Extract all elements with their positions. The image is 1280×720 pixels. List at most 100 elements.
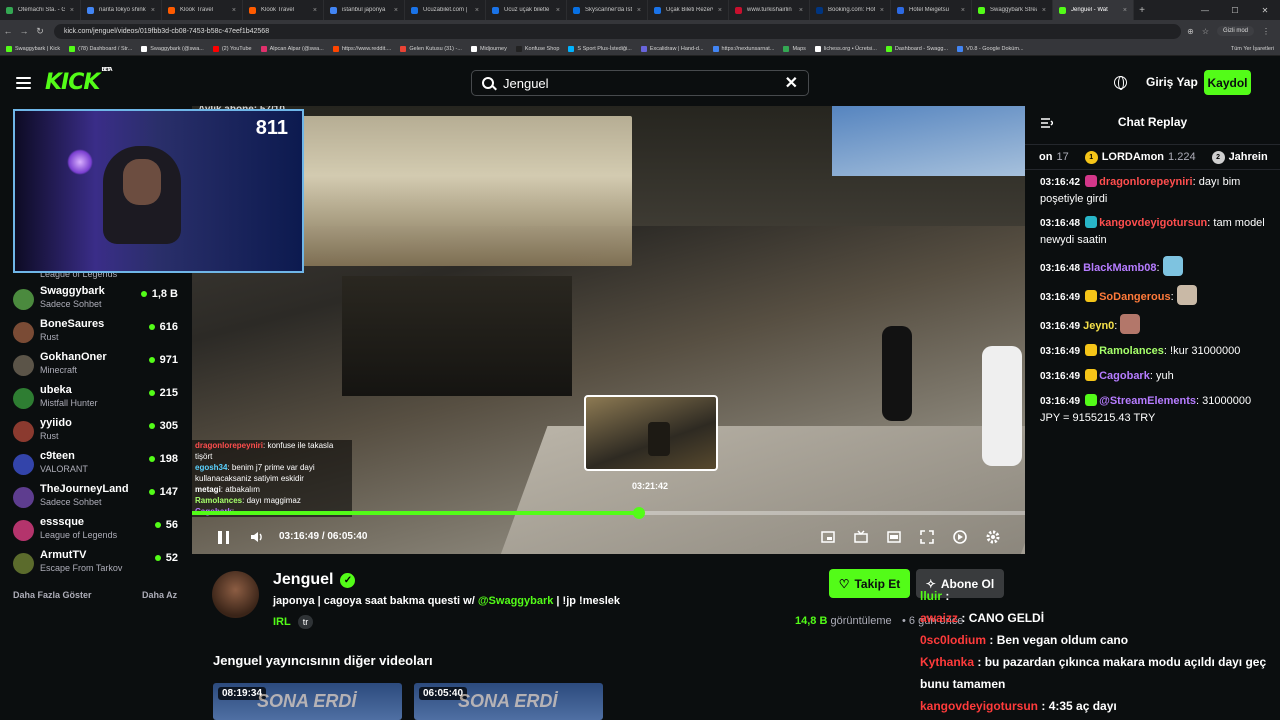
browser-tab[interactable]: Jenguel - Wat × — [1053, 0, 1134, 20]
bookmark-item[interactable]: S Sport Plus-İstediği... — [568, 45, 632, 52]
tab-close-icon[interactable]: × — [1123, 7, 1127, 14]
browser-tab[interactable]: www.turkishairlin × — [729, 0, 810, 20]
category-link[interactable]: IRL — [273, 616, 291, 628]
leaderboard-entry[interactable]: on 17 — [1039, 151, 1069, 163]
browser-tab[interactable]: Ucuzabilet.com | × — [405, 0, 486, 20]
bookmark-item[interactable]: https://www.reddit.... — [332, 45, 391, 52]
clear-search-icon[interactable]: ✕ — [785, 73, 798, 93]
bookmark-item[interactable]: Alpcan Alpar (@swa... — [260, 45, 324, 52]
browser-tab[interactable]: Swaggybark Strea × — [972, 0, 1053, 20]
chat-username[interactable]: dragonlorepeyniri — [1099, 176, 1193, 188]
browser-tab[interactable]: Otemachi Sta. - Go × — [0, 0, 81, 20]
miniplayer-icon[interactable] — [820, 529, 836, 545]
tab-close-icon[interactable]: × — [961, 7, 965, 14]
back-icon[interactable]: ← — [0, 26, 16, 36]
language-tag[interactable]: tr — [297, 615, 314, 629]
leaderboard-entry[interactable]: 1 LORDAmon 1.224 — [1084, 150, 1196, 164]
channel-name[interactable]: Jenguel — [273, 571, 333, 589]
tab-close-icon[interactable]: × — [637, 7, 641, 14]
sidebar-channel-c9teen[interactable]: c9teen VALORANT 198 — [0, 449, 192, 482]
browser-tab[interactable]: Klook Travel × — [162, 0, 243, 20]
close-window-icon[interactable]: ✕ — [1250, 6, 1280, 15]
browser-tab[interactable]: Hotel Meigetsu × — [891, 0, 972, 20]
theater-mode-icon[interactable] — [886, 529, 902, 545]
language-globe-icon[interactable] — [1114, 76, 1127, 90]
bookmark-star-icon[interactable]: ☆ — [1202, 27, 1209, 36]
mention-link[interactable]: @Swaggybark — [478, 595, 554, 607]
sidebar-channel-thejourneyland[interactable]: TheJourneyLand Sadece Sohbet 147 — [0, 482, 192, 515]
chat-username[interactable]: SoDangerous — [1099, 291, 1171, 303]
theater-cast-icon[interactable] — [853, 529, 869, 545]
seek-bar[interactable] — [192, 507, 1025, 519]
tab-close-icon[interactable]: × — [313, 7, 317, 14]
tab-close-icon[interactable]: × — [475, 7, 479, 14]
chat-username[interactable]: BlackMamb08 — [1083, 262, 1156, 274]
leaderboard-entry[interactable]: 2 Jahrein — [1211, 150, 1272, 164]
playback-speed-icon[interactable] — [952, 529, 968, 545]
bookmark-item[interactable]: https://nextunsarnat... — [712, 45, 774, 52]
search-input[interactable]: Jenguel ✕ — [471, 70, 809, 96]
follow-button[interactable]: ♡ Takip Et — [829, 569, 910, 598]
sidebar-channel-gokhanoner[interactable]: GokhanOner Minecraft 971 — [0, 350, 192, 383]
browser-tab[interactable]: Skyscanner'da İsta × — [567, 0, 648, 20]
sidebar-channel-ubeka[interactable]: ubeka Mistfall Hunter 215 — [0, 383, 192, 416]
browser-tab[interactable]: Uçak Bileti Rezerv × — [648, 0, 729, 20]
tab-close-icon[interactable]: × — [556, 7, 560, 14]
chat-username[interactable]: Ramolances — [1099, 345, 1164, 357]
bookmark-item[interactable]: Midjourney — [470, 45, 507, 52]
zoom-icon[interactable]: ⊕ — [1187, 27, 1194, 36]
show-less-button[interactable]: Daha Az — [142, 590, 177, 600]
browser-tab[interactable]: Ucuz uçak biletle × — [486, 0, 567, 20]
tab-close-icon[interactable]: × — [151, 7, 155, 14]
pause-button[interactable] — [218, 531, 229, 544]
new-tab-icon[interactable]: + — [1134, 5, 1150, 16]
browser-tab[interactable]: istanbul japonya × — [324, 0, 405, 20]
bookmark-item[interactable]: Gelen Kutusu (31) -... — [400, 45, 462, 52]
bookmark-item[interactable]: Swaggybark | Kick — [6, 45, 60, 52]
sidebar-channel-armuttv[interactable]: ArmutTV Escape From Tarkov 52 — [0, 548, 192, 581]
kick-logo[interactable]: KICKBETA — [45, 67, 113, 95]
tab-close-icon[interactable]: × — [70, 7, 74, 14]
hamburger-menu-icon[interactable] — [16, 77, 31, 89]
volume-icon[interactable] — [250, 530, 264, 544]
settings-gear-icon[interactable] — [985, 529, 1001, 545]
bookmark-item[interactable]: Maps — [783, 45, 806, 52]
chat-username[interactable]: kangovdeyigotursun — [1099, 217, 1207, 229]
channel-avatar[interactable] — [212, 571, 259, 618]
bookmark-item[interactable]: lichess.org • Ücretsi... — [814, 45, 877, 52]
bookmark-item[interactable]: Excalidraw | Hand-d... — [640, 45, 704, 52]
browser-tab[interactable]: Klook Travel × — [243, 0, 324, 20]
bookmark-item[interactable]: (2) YouTube — [212, 45, 252, 52]
fullscreen-icon[interactable] — [919, 529, 935, 545]
video-player[interactable]: Aylık abone: 57/10 dragonlorepeyniri: ko… — [192, 106, 1025, 554]
browser-tab[interactable]: Booking.com: Hote × — [810, 0, 891, 20]
register-button[interactable]: Kaydol — [1204, 70, 1251, 95]
reload-icon[interactable]: ↻ — [32, 26, 48, 37]
sidebar-channel-swaggybark[interactable]: Swaggybark Sadece Sohbet 1,8 B — [0, 284, 192, 317]
bookmark-item[interactable]: Swaggybark (@swa... — [141, 45, 204, 52]
tab-close-icon[interactable]: × — [232, 7, 236, 14]
menu-dots-icon[interactable]: ⋮ — [1262, 27, 1270, 36]
chat-username[interactable]: Cagobark — [1099, 370, 1150, 382]
minimize-icon[interactable]: — — [1190, 6, 1220, 15]
tab-close-icon[interactable]: × — [880, 7, 884, 14]
tab-close-icon[interactable]: × — [1042, 7, 1046, 14]
video-thumbnail[interactable]: 08:19:34 SONA ERDİ — [213, 683, 402, 720]
tab-close-icon[interactable]: × — [718, 7, 722, 14]
incognito-badge[interactable]: Gizli mod — [1216, 26, 1254, 36]
chat-username[interactable]: @StreamElements — [1099, 395, 1196, 407]
login-button[interactable]: Giriş Yap — [1146, 75, 1198, 89]
maximize-icon[interactable]: ☐ — [1220, 6, 1250, 15]
bookmark-item[interactable]: Konfuse Shop — [515, 45, 559, 52]
url-input[interactable]: kick.com/jenguel/videos/019fbb3d-cb08-74… — [54, 23, 1182, 39]
sidebar-channel-bonesaures[interactable]: BoneSaures Rust 616 — [0, 317, 192, 350]
tab-close-icon[interactable]: × — [799, 7, 803, 14]
browser-tab[interactable]: narita tokyo shinka × — [81, 0, 162, 20]
show-more-button[interactable]: Daha Fazla Göster — [13, 590, 92, 600]
sidebar-channel-yyiido[interactable]: yyiido Rust 305 — [0, 416, 192, 449]
chat-username[interactable]: Jeyn0 — [1083, 320, 1114, 332]
tab-close-icon[interactable]: × — [394, 7, 398, 14]
bookmark-item[interactable]: (78) Dashboard / Str... — [69, 45, 132, 52]
all-bookmarks[interactable]: Tüm Yer İşaretleri — [1224, 42, 1274, 55]
sidebar-channel-esssque[interactable]: esssque League of Legends 56 — [0, 515, 192, 548]
